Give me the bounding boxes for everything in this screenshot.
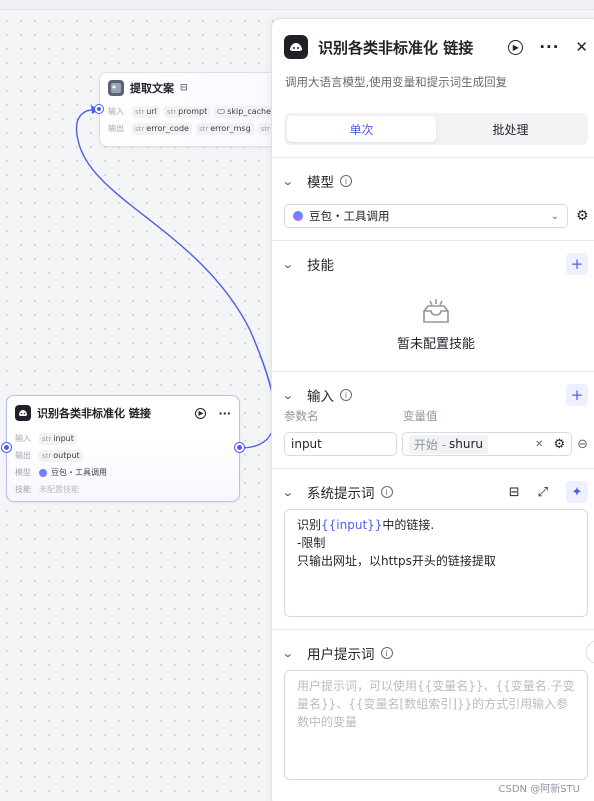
expand-icon[interactable]: ⤢ <box>538 485 548 500</box>
input-tag: str input <box>39 432 77 445</box>
output-tag: str error_code <box>132 122 192 135</box>
node-extract-text[interactable]: 提取文案 ⊟ 输入 strurl strprompt skip_cache st… <box>99 72 289 147</box>
watermark: CSDN @阿新STU <box>498 784 580 795</box>
chevron-down-icon: ⌄ <box>281 174 294 188</box>
variable-ref-chip: 开始 - shuru <box>408 434 489 454</box>
run-icon[interactable]: ▶ <box>508 39 524 55</box>
empty-box-icon <box>423 298 449 323</box>
param-name-input[interactable]: input <box>284 432 397 456</box>
mode-tabs: 单次 批处理 <box>284 113 588 145</box>
doc-icon: ⊟ <box>180 83 188 93</box>
model-section: ⌄ 模型 i 豆包・工具调用 ⌄ ⚙ <box>272 158 594 228</box>
inputs-section: ⌄ 输入 i + 参数名 变量值 input 开始 - shuru ✕ ⚙ ⊖ <box>272 372 594 456</box>
clear-icon[interactable]: ✕ <box>535 439 543 450</box>
info-icon[interactable]: i <box>340 175 352 187</box>
section-header[interactable]: ⌄ 模型 i <box>281 158 588 204</box>
tab-batch[interactable]: 批处理 <box>436 116 585 142</box>
canvas-toolbar-strip <box>0 0 594 10</box>
user-prompt-textarea[interactable]: 用户提示词，可以使用{{变量名}}、{{变量名.子变量名}}、{{变量名[数组索… <box>284 670 588 780</box>
input-tag: str prompt <box>163 105 211 118</box>
node-inputs-row: 输入 strurl strprompt skip_cache str <box>100 103 288 120</box>
system-prompt-textarea[interactable]: 识别{{input}}中的链接. -限制 只输出网址，以https开头的链接提取 <box>284 509 588 617</box>
play-icon[interactable]: ▸ <box>195 407 207 419</box>
more-icon[interactable]: ··· <box>539 38 559 56</box>
panel-description: 调用大语言模型,使用变量和提示词生成回复 <box>285 75 508 89</box>
node-header: 提取文案 ⊟ <box>100 73 288 103</box>
node-outputs-row: 输出 strerror_code strerror_msg strme <box>100 120 288 137</box>
input-tag: skip_cache <box>214 105 275 118</box>
section-header[interactable]: ⌄ 技能 + <box>281 241 588 287</box>
remove-icon[interactable]: ⊖ <box>577 437 588 452</box>
chevron-down-icon: ⌄ <box>281 388 294 402</box>
more-icon[interactable]: ··· <box>218 407 231 420</box>
node-title: 识别各类非标准化 链接 <box>37 407 151 420</box>
node-outputs-row: 输出 str output <box>7 447 239 464</box>
info-icon[interactable]: i <box>340 389 352 401</box>
skills-empty-state: 暂未配置技能 <box>284 287 588 361</box>
node-skill-row: 技能 未配置技能 <box>15 485 79 494</box>
inputs-header-row: 参数名 变量值 <box>284 409 438 423</box>
tab-single[interactable]: 单次 <box>287 116 436 142</box>
ai-optimize-icon[interactable]: ✦ <box>566 481 588 503</box>
template-icon[interactable]: ⊟ <box>509 485 520 500</box>
node-config-panel: 识别各类非标准化 链接 ▶ ··· ✕ 调用大语言模型,使用变量和提示词生成回复… <box>271 18 594 801</box>
close-icon[interactable]: ✕ <box>575 38 588 56</box>
node-model-row: 模型 豆包・工具调用 <box>15 468 107 477</box>
output-tag: str output <box>39 449 83 462</box>
panel-header: 识别各类非标准化 链接 ▶ ··· ✕ <box>272 19 594 75</box>
model-select[interactable]: 豆包・工具调用 ⌄ <box>284 204 568 228</box>
skills-section: ⌄ 技能 + 暂未配置技能 <box>272 241 594 361</box>
node-header: 识别各类非标准化 链接 ▸ ··· <box>7 396 239 430</box>
toggle-icon <box>217 109 226 114</box>
output-port[interactable] <box>235 443 244 452</box>
node-llm[interactable]: 识别各类非标准化 链接 ▸ ··· 输入 str input 输出 str outp… <box>6 395 240 502</box>
doubao-icon <box>39 468 47 477</box>
input-tag: str url <box>132 105 160 118</box>
add-input-button[interactable]: + <box>566 384 588 406</box>
chevron-down-icon: ⌄ <box>550 210 559 222</box>
chevron-down-icon: ⌄ <box>281 485 294 499</box>
plugin-icon <box>108 80 124 96</box>
info-icon[interactable]: i <box>380 647 393 659</box>
info-icon[interactable]: i <box>380 486 393 498</box>
add-skill-button[interactable]: + <box>566 253 588 275</box>
input-port[interactable] <box>2 443 11 452</box>
chevron-down-icon: ⌄ <box>281 646 294 660</box>
settings-icon[interactable]: ⚙ <box>576 208 588 224</box>
variable-ref-select[interactable]: 开始 - shuru ✕ ⚙ <box>401 432 573 456</box>
user-prompt-section: ⌄ 用户提示词 i 用户提示词，可以使用{{变量名}}、{{变量名.子变量名}}… <box>272 630 594 780</box>
doubao-icon <box>293 211 303 221</box>
node-title: 提取文案 <box>130 82 174 95</box>
llm-icon <box>15 405 31 421</box>
node-inputs-row: 输入 str input <box>7 430 239 447</box>
input-port[interactable] <box>95 105 103 113</box>
chevron-down-icon: ⌄ <box>281 257 294 271</box>
panel-title: 识别各类非标准化 链接 <box>318 38 474 57</box>
settings-icon[interactable]: ⚙ <box>553 437 565 452</box>
llm-icon <box>284 35 308 59</box>
output-tag: str error_msg <box>195 122 254 135</box>
system-prompt-section: ⌄ 系统提示词 i ⊟ ⤢ ✦ 识别{{input}}中的链接. -限制 只输出… <box>272 469 594 617</box>
